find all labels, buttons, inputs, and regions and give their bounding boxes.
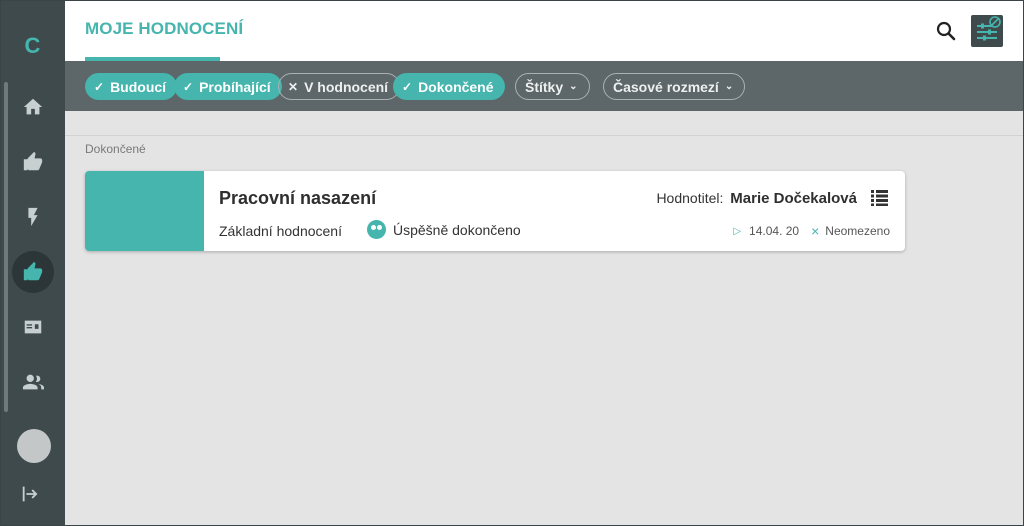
sidebar-item-evaluations[interactable] bbox=[12, 251, 54, 293]
card-color-strip bbox=[85, 171, 204, 251]
filter-chip-label: Budoucí bbox=[110, 78, 167, 95]
sidebar-item-home[interactable] bbox=[12, 86, 54, 128]
card-type: Základní hodnocení bbox=[219, 223, 342, 239]
evaluator: Hodnotitel: Marie Dočekalová bbox=[656, 190, 857, 207]
evaluator-label: Hodnotitel: bbox=[656, 190, 724, 206]
sidebar-item-feedback[interactable] bbox=[12, 141, 54, 183]
search-button[interactable] bbox=[934, 19, 958, 43]
section-divider bbox=[65, 135, 1023, 136]
sidebar-item-cards[interactable] bbox=[12, 306, 54, 348]
end-date: Neomezeno bbox=[825, 224, 890, 238]
thumb-up-icon bbox=[23, 151, 43, 171]
chevron-down-icon: ⌄ bbox=[724, 81, 734, 92]
status-badge: Úspěšně dokončeno bbox=[367, 220, 521, 239]
card-dates: ▷ 14.04. 20 × Neomezeno bbox=[733, 223, 890, 239]
filter-chip-future[interactable]: ✓ Budoucí bbox=[85, 73, 178, 100]
section-label: Dokončené bbox=[85, 142, 146, 156]
dropdown-label: Štítky bbox=[525, 78, 564, 95]
status-text: Úspěšně dokončeno bbox=[393, 221, 521, 238]
filter-chip-label: V hodnocení bbox=[304, 78, 389, 95]
id-card-icon bbox=[24, 320, 42, 334]
filter-chip-completed[interactable]: ✓ Dokončené bbox=[393, 73, 505, 100]
list-icon bbox=[871, 190, 888, 206]
evaluation-card[interactable]: Pracovní nasazení Základní hodnocení Úsp… bbox=[85, 171, 905, 251]
filter-chip-label: Probíhající bbox=[199, 78, 271, 95]
page-header: MOJE HODNOCENÍ bbox=[65, 0, 1023, 61]
exit-icon bbox=[22, 486, 38, 502]
sidebar-item-people[interactable] bbox=[12, 361, 54, 403]
start-date: 14.04. 20 bbox=[749, 224, 800, 238]
dropdown-time-range[interactable]: Časové rozmezí ⌄ bbox=[603, 73, 746, 100]
filter-chip-in-evaluation[interactable]: ✕ V hodnocení bbox=[278, 73, 401, 100]
smiley-icon bbox=[367, 220, 386, 239]
card-title: Pracovní nasazení bbox=[219, 188, 377, 208]
page-title: MOJE HODNOCENÍ bbox=[85, 19, 244, 38]
filter-chip-label: Dokončené bbox=[418, 78, 494, 95]
app-logo[interactable]: C bbox=[0, 32, 65, 60]
people-icon bbox=[22, 374, 44, 390]
thumb-up-icon bbox=[23, 261, 43, 281]
filter-bar: ✓ Budoucí ✓ Probíhající ✕ V hodnocení ✓ … bbox=[65, 61, 1023, 111]
filter-settings-button[interactable] bbox=[971, 15, 1003, 47]
evaluator-name: Marie Dočekalová bbox=[730, 190, 857, 207]
chevron-down-icon: ⌄ bbox=[569, 81, 578, 92]
search-icon bbox=[936, 21, 956, 41]
check-icon: ✓ bbox=[94, 79, 105, 94]
close-icon: × bbox=[811, 223, 820, 239]
lightning-icon bbox=[28, 207, 38, 227]
play-icon: ▷ bbox=[733, 225, 742, 237]
logout-button[interactable] bbox=[20, 483, 44, 507]
sidebar-item-activities[interactable] bbox=[12, 196, 54, 238]
close-icon: ✕ bbox=[288, 79, 299, 94]
sliders-icon bbox=[977, 16, 1001, 41]
details-list-button[interactable] bbox=[871, 189, 888, 206]
check-icon: ✓ bbox=[402, 79, 413, 94]
filter-chip-ongoing[interactable]: ✓ Probíhající bbox=[174, 73, 282, 100]
home-icon bbox=[23, 98, 43, 115]
check-icon: ✓ bbox=[183, 79, 194, 94]
avatar[interactable] bbox=[17, 429, 51, 463]
sidebar: C bbox=[0, 0, 65, 526]
dropdown-label: Časové rozmezí bbox=[613, 78, 719, 95]
dropdown-tags[interactable]: Štítky ⌄ bbox=[515, 73, 590, 100]
sidebar-scrollbar[interactable] bbox=[4, 82, 8, 412]
